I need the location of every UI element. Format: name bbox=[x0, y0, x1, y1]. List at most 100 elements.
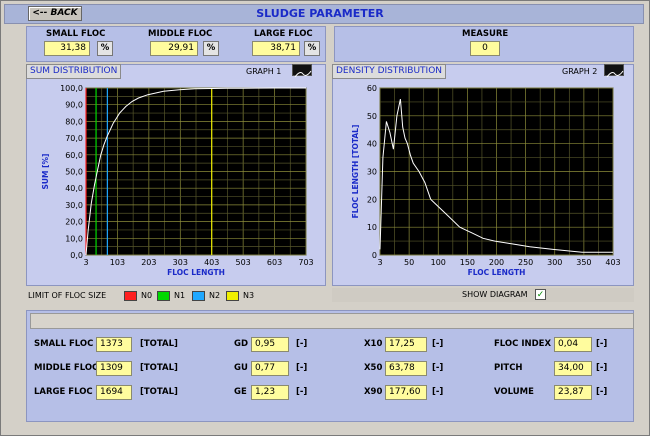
x-tick-label: 3 bbox=[377, 258, 382, 267]
small-floc-label: SMALL FLOC bbox=[46, 29, 106, 39]
y-tick-label: 0,0 bbox=[70, 251, 83, 260]
graph2-label: GRAPH 2 bbox=[562, 67, 598, 76]
y-tick-label: 40,0 bbox=[65, 184, 83, 193]
x-axis-label: FLOC LENGTH bbox=[167, 268, 225, 277]
large-floc-percent: 38,71 bbox=[252, 41, 300, 56]
large-floc-unit: % bbox=[304, 41, 320, 56]
gd-result-value: 0,95 bbox=[251, 337, 289, 352]
middle-floc-percent: 29,91 bbox=[150, 41, 198, 56]
x-tick-label: 703 bbox=[298, 258, 313, 267]
x50-result-unit: [-] bbox=[432, 363, 444, 373]
limit-n3-swatch bbox=[226, 291, 239, 301]
small-floc-unit: % bbox=[97, 41, 113, 56]
limit-n3-label: N3 bbox=[243, 291, 255, 300]
graph2-toggle-icon[interactable] bbox=[604, 64, 624, 78]
x-tick-label: 300 bbox=[547, 258, 562, 267]
large-floc-result-unit: [TOTAL] bbox=[140, 387, 178, 397]
measure-value: 0 bbox=[470, 41, 500, 56]
x-tick-label: 103 bbox=[110, 258, 125, 267]
show-diagram-label: SHOW DIAGRAM bbox=[462, 290, 528, 299]
measure-label: MEASURE bbox=[462, 29, 509, 39]
results-header bbox=[30, 313, 634, 329]
x-tick-label: 203 bbox=[141, 258, 156, 267]
y-tick-label: 60,0 bbox=[65, 151, 83, 160]
x-tick-label: 403 bbox=[204, 258, 219, 267]
middle-floc-result-value: 1309 bbox=[96, 361, 132, 376]
x-tick-label: 200 bbox=[489, 258, 504, 267]
volume-result-label: VOLUME bbox=[494, 387, 534, 397]
ge-result-value: 1,23 bbox=[251, 385, 289, 400]
middle-floc-unit: % bbox=[203, 41, 219, 56]
sum-distribution-chart: 3 103 203 303 403 503 603 703 0,0 10,0 20,0 30,0 40,… bbox=[41, 84, 314, 277]
x-tick-label: 150 bbox=[460, 258, 475, 267]
x-tick-label: 403 bbox=[605, 258, 620, 267]
floc-index-result-value: 0,04 bbox=[554, 337, 592, 352]
pitch-result-unit: [-] bbox=[596, 363, 608, 373]
x-tick-label: 303 bbox=[173, 258, 188, 267]
graph1-toggle-icon[interactable] bbox=[292, 64, 312, 78]
limit-label: LIMIT OF FLOC SIZE bbox=[28, 291, 107, 300]
y-tick-label: 0 bbox=[372, 251, 377, 260]
x-tick-label: 50 bbox=[404, 258, 414, 267]
ge-result-unit: [-] bbox=[296, 387, 308, 397]
limit-n2-swatch bbox=[192, 291, 205, 301]
y-tick-label: 50,0 bbox=[65, 168, 83, 177]
small-floc-result-label: SMALL FLOC bbox=[34, 339, 94, 349]
limit-n0-label: N0 bbox=[141, 291, 153, 300]
x90-result-label: X90 bbox=[364, 387, 383, 397]
middle-floc-label: MIDDLE FLOC bbox=[148, 29, 213, 39]
x10-result-label: X10 bbox=[364, 339, 383, 349]
gu-result-value: 0,77 bbox=[251, 361, 289, 376]
page-title: SLUDGE PARAMETER bbox=[256, 7, 384, 20]
x-tick-label: 603 bbox=[267, 258, 282, 267]
gu-result-unit: [-] bbox=[296, 363, 308, 373]
small-floc-result-value: 1373 bbox=[96, 337, 132, 352]
large-floc-result-label: LARGE FLOC bbox=[34, 387, 93, 397]
limit-n0-swatch bbox=[124, 291, 137, 301]
y-tick-label: 70,0 bbox=[65, 134, 83, 143]
large-floc-result-value: 1694 bbox=[96, 385, 132, 400]
volume-result-value: 23,87 bbox=[554, 385, 592, 400]
floc-index-result-unit: [-] bbox=[596, 339, 608, 349]
pitch-result-label: PITCH bbox=[494, 363, 523, 373]
large-floc-label: LARGE FLOC bbox=[254, 29, 313, 39]
y-tick-label: 20 bbox=[367, 195, 377, 204]
show-diagram-checkbox[interactable]: ✓ bbox=[535, 289, 546, 300]
x-tick-label: 503 bbox=[236, 258, 251, 267]
small-floc-result-unit: [TOTAL] bbox=[140, 339, 178, 349]
y-tick-label: 40 bbox=[367, 140, 377, 149]
small-floc-percent: 31,38 bbox=[44, 41, 90, 56]
limit-n2-label: N2 bbox=[209, 291, 221, 300]
y-tick-label: 100,0 bbox=[60, 84, 83, 93]
middle-floc-result-unit: [TOTAL] bbox=[140, 363, 178, 373]
y-tick-label: 30,0 bbox=[65, 201, 83, 210]
x50-result-label: X50 bbox=[364, 363, 383, 373]
volume-result-unit: [-] bbox=[596, 387, 608, 397]
y-tick-label: 30 bbox=[367, 168, 377, 177]
y-tick-label: 10 bbox=[367, 223, 377, 232]
gd-result-label: GD bbox=[234, 339, 249, 349]
x10-result-unit: [-] bbox=[432, 339, 444, 349]
y-axis-label: FLOC LENGTH [TOTAL] bbox=[351, 125, 360, 219]
tab-sum-distribution[interactable]: SUM DISTRIBUTION bbox=[26, 64, 122, 79]
y-tick-label: 60 bbox=[367, 84, 377, 93]
x50-result-value: 63,78 bbox=[385, 361, 427, 376]
y-tick-label: 80,0 bbox=[65, 117, 83, 126]
tab-density-distribution[interactable]: DENSITY DISTRIBUTION bbox=[332, 64, 447, 79]
graph1-label: GRAPH 1 bbox=[246, 67, 282, 76]
gu-result-label: GU bbox=[234, 363, 248, 373]
x-tick-label: 250 bbox=[518, 258, 533, 267]
x10-result-value: 17,25 bbox=[385, 337, 427, 352]
back-button[interactable]: <-- BACK bbox=[28, 6, 82, 21]
pitch-result-value: 34,00 bbox=[554, 361, 592, 376]
limit-n1-swatch bbox=[157, 291, 170, 301]
x-axis-label: FLOC LENGTH bbox=[468, 268, 526, 277]
y-tick-label: 50 bbox=[367, 112, 377, 121]
middle-floc-result-label: MIDDLE FLOC bbox=[34, 363, 99, 373]
x90-result-unit: [-] bbox=[432, 387, 444, 397]
floc-index-result-label: FLOC INDEX bbox=[494, 339, 552, 349]
x-tick-label: 3 bbox=[83, 258, 88, 267]
x-tick-label: 100 bbox=[431, 258, 446, 267]
y-tick-label: 20,0 bbox=[65, 218, 83, 227]
x90-result-value: 177,60 bbox=[385, 385, 427, 400]
